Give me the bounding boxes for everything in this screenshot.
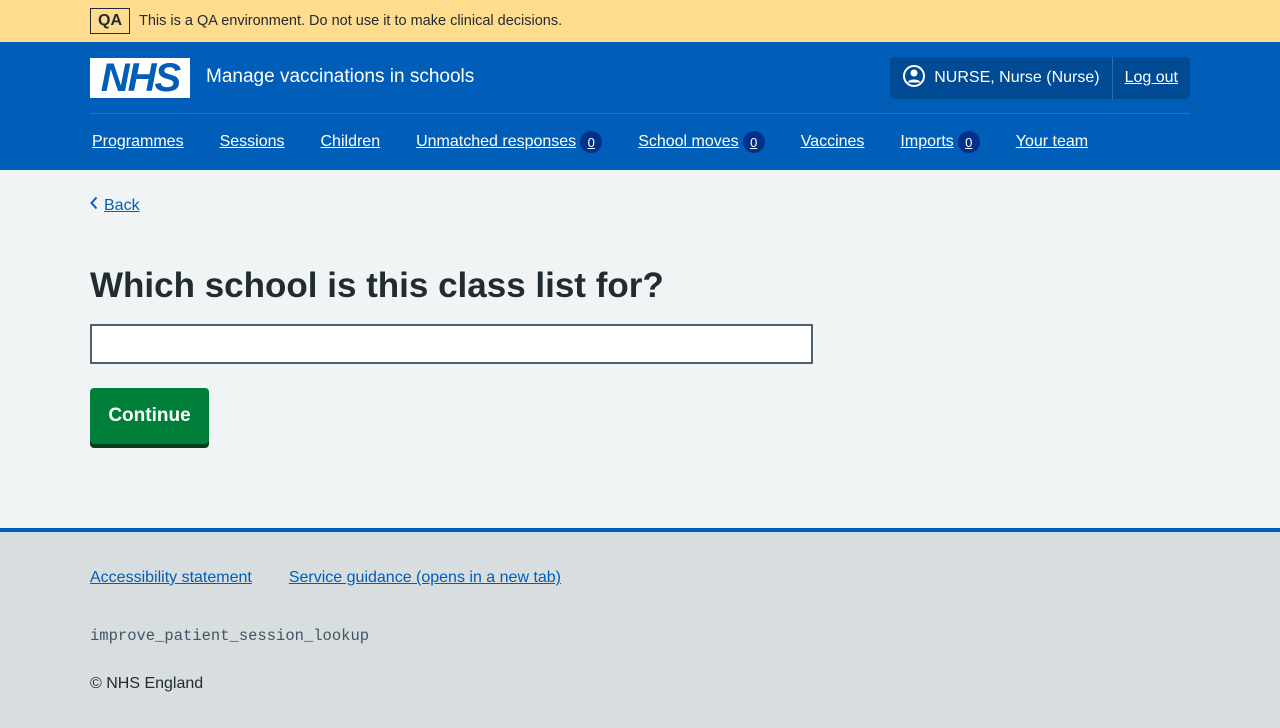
environment-tag: QA xyxy=(90,8,130,34)
unmatched-responses-count: 0 xyxy=(580,131,603,153)
nav-item-unmatched-responses[interactable]: Unmatched responses 0 xyxy=(416,130,603,154)
primary-navigation: Programmes Sessions Children Unmatched r… xyxy=(92,130,1124,154)
imports-count: 0 xyxy=(957,131,980,153)
nav-item-your-team[interactable]: Your team xyxy=(1016,130,1088,154)
header-divider xyxy=(90,113,1190,114)
account-panel: NURSE, Nurse (Nurse) Log out xyxy=(890,57,1190,99)
user-circle-icon xyxy=(902,64,926,93)
continue-button[interactable]: Continue xyxy=(90,388,209,444)
main-content: Back Which school is this class list for… xyxy=(0,170,1280,526)
copyright: © NHS England xyxy=(90,675,204,692)
nhs-logo-text: NHS xyxy=(100,56,181,100)
service-name[interactable]: Manage vaccinations in schools xyxy=(206,66,474,88)
nav-item-imports[interactable]: Imports 0 xyxy=(900,130,980,154)
logout-link[interactable]: Log out xyxy=(1113,57,1190,99)
account-user-name: NURSE, Nurse (Nurse) xyxy=(934,69,1100,86)
service-guidance-link[interactable]: Service guidance (opens in a new tab) xyxy=(289,569,561,587)
environment-message: This is a QA environment. Do not use it … xyxy=(139,13,563,29)
site-footer: Accessibility statement Service guidance… xyxy=(0,528,1280,728)
branch-name: improve_patient_session_lookup xyxy=(90,627,370,645)
account-user: NURSE, Nurse (Nurse) xyxy=(890,57,1111,99)
page-title: Which school is this class list for? xyxy=(90,266,664,305)
nav-item-programmes[interactable]: Programmes xyxy=(92,130,184,154)
site-header: NHS Manage vaccinations in schools NURSE… xyxy=(0,42,1280,170)
nav-item-children[interactable]: Children xyxy=(321,130,381,154)
school-search-input[interactable] xyxy=(90,324,813,364)
nav-item-vaccines[interactable]: Vaccines xyxy=(801,130,865,154)
accessibility-statement-link[interactable]: Accessibility statement xyxy=(90,569,252,587)
footer-links: Accessibility statement Service guidance… xyxy=(90,569,561,587)
environment-banner: QA This is a QA environment. Do not use … xyxy=(0,0,1280,42)
chevron-left-icon xyxy=(90,196,98,215)
nav-item-sessions[interactable]: Sessions xyxy=(220,130,285,154)
nav-item-school-moves[interactable]: School moves 0 xyxy=(638,130,765,154)
nhs-logo[interactable]: NHS xyxy=(90,58,190,98)
back-link[interactable]: Back xyxy=(90,196,140,215)
school-moves-count: 0 xyxy=(742,131,765,153)
back-label: Back xyxy=(104,196,140,214)
